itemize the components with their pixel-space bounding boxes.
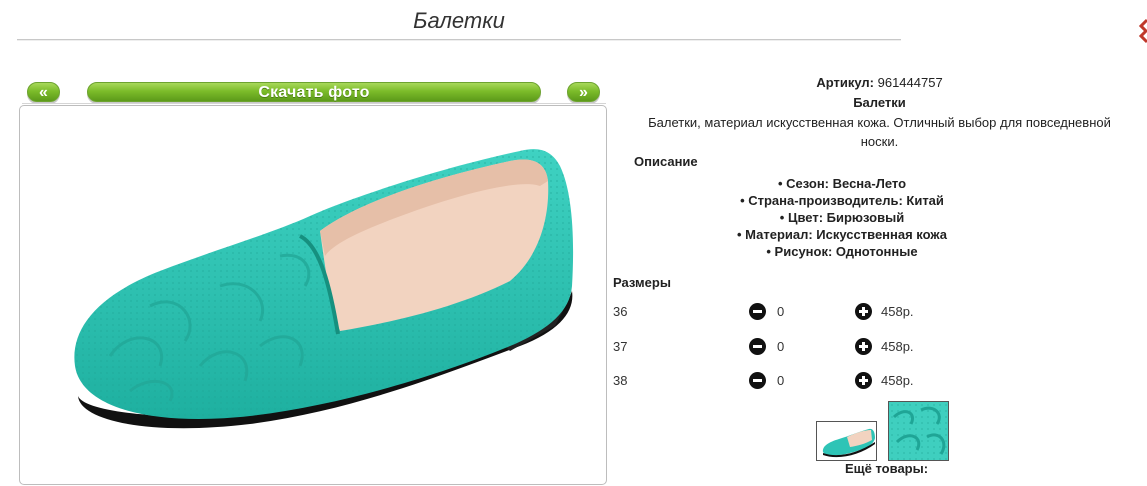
sku-line: Артикул: 961444757 (612, 75, 1147, 90)
size-value: 37 (613, 339, 628, 354)
size-row: 36 0 458р. (613, 303, 943, 321)
price-value: 458р. (881, 304, 914, 319)
attribute-pattern: • Рисунок: Однотонные (766, 244, 918, 259)
product-name: Балетки (853, 95, 906, 110)
close-icon[interactable] (1138, 18, 1147, 44)
plus-icon[interactable] (855, 303, 872, 320)
attribute-country: • Страна-производитель: Китай (740, 193, 944, 208)
product-summary: Балетки, материал искусственная кожа. От… (648, 115, 1111, 130)
product-photo[interactable] (19, 105, 607, 485)
minus-icon[interactable] (749, 303, 766, 320)
gallery-divider (22, 103, 606, 104)
plus-icon[interactable] (855, 372, 872, 389)
photo-thumbnail-side[interactable] (816, 421, 877, 461)
photo-thumbnail-texture[interactable] (888, 401, 949, 461)
page-title: Балетки (413, 8, 505, 33)
sku-value: 961444757 (877, 75, 943, 90)
attribute-season: • Сезон: Весна-Лето (777, 176, 907, 191)
quantity-value: 0 (777, 304, 785, 319)
size-row: 37 0 458р. (613, 338, 943, 356)
size-value: 36 (613, 304, 628, 319)
size-row: 38 0 458р. (613, 372, 943, 390)
attribute-material: • Материал: Искусственная кожа (736, 227, 948, 242)
price-value: 458р. (881, 339, 914, 354)
quantity-value: 0 (777, 339, 785, 354)
shoe-image (74, 149, 574, 429)
prev-photo-button[interactable]: « (27, 82, 60, 102)
size-value: 38 (613, 373, 628, 388)
attribute-color: • Цвет: Бирюзовый (779, 210, 905, 225)
sku-label: Артикул: (816, 75, 874, 90)
price-value: 458р. (881, 373, 914, 388)
more-products-heading: Ещё товары: (845, 461, 929, 476)
next-photo-button[interactable]: » (567, 82, 600, 102)
sizes-heading: Размеры (613, 275, 671, 290)
plus-icon[interactable] (855, 338, 872, 355)
minus-icon[interactable] (749, 338, 766, 355)
minus-icon[interactable] (749, 372, 766, 389)
title-divider (17, 39, 901, 41)
download-photo-button[interactable]: Скачать фото (87, 82, 541, 102)
quantity-value: 0 (777, 373, 785, 388)
product-summary-cont: носки. (860, 134, 899, 149)
description-heading: Описание (634, 154, 698, 169)
